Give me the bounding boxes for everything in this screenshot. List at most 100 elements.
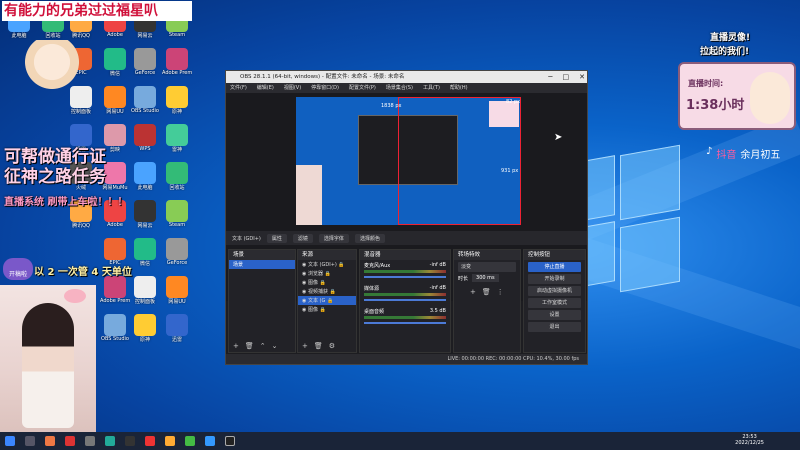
- duration-input[interactable]: 300 ms: [472, 274, 499, 282]
- select-font-button[interactable]: 选择字体: [318, 233, 349, 243]
- control-button[interactable]: 开始录制: [528, 274, 581, 284]
- mascot-avatar-left: [22, 40, 82, 95]
- menu-item[interactable]: 工具(T): [423, 83, 440, 93]
- app-icon[interactable]: [45, 436, 55, 446]
- desktop-icon[interactable]: 此电脑: [130, 162, 160, 191]
- desktop-icon[interactable]: OBS Studio: [130, 86, 160, 114]
- app-icon[interactable]: [125, 436, 135, 446]
- desktop-icon[interactable]: GeForce: [130, 48, 160, 76]
- desktop-icon[interactable]: Adobe Premiere: [162, 48, 192, 76]
- control-button[interactable]: 退出: [528, 322, 581, 332]
- menu-item[interactable]: 停靠窗口(D): [311, 83, 339, 93]
- control-button[interactable]: 启动虚拟摄像机: [528, 286, 581, 296]
- transition-menu-icon[interactable]: ⋮: [497, 288, 504, 296]
- audio-mixer-dock: 混音器 麦克风/Aux -inf dB 媒体源 -inf dB 桌面音频 3.5 dB: [359, 249, 451, 353]
- move-up-button[interactable]: ⌃: [260, 342, 266, 350]
- menu-item[interactable]: 场景集合(S): [386, 83, 413, 93]
- control-button[interactable]: 停止直播: [528, 262, 581, 272]
- desktop-icon[interactable]: Steam: [162, 200, 192, 228]
- volume-slider[interactable]: [364, 299, 446, 301]
- source-item[interactable]: ◉ 视频捕获 🔒: [298, 287, 356, 296]
- lock-icon[interactable]: 🔒: [337, 262, 344, 268]
- remove-scene-button[interactable]: 🗑: [245, 342, 254, 350]
- add-scene-button[interactable]: +: [233, 342, 239, 350]
- desktop-icon[interactable]: 雷神: [162, 124, 192, 153]
- app-icon[interactable]: [185, 436, 195, 446]
- desktop-icon[interactable]: 网易UU: [162, 276, 192, 305]
- lock-icon[interactable]: 🔒: [328, 289, 336, 295]
- move-down-button[interactable]: ⌄: [272, 342, 278, 350]
- desktop-icon[interactable]: EPIC: [100, 238, 130, 266]
- obs-titlebar[interactable]: OBS 28.1.1 (64-bit, windows) - 配置文件: 未命名…: [226, 71, 587, 83]
- desktop-icon[interactable]: OBS Studio: [100, 314, 130, 342]
- lock-icon[interactable]: 🔒: [318, 307, 326, 313]
- desktop-icon-label: Steam: [168, 32, 186, 38]
- app-icon[interactable]: [165, 436, 175, 446]
- controls-dock-title: 控制按钮: [524, 250, 585, 260]
- search-icon[interactable]: [25, 436, 35, 446]
- desktop-icon[interactable]: 回收站: [162, 162, 192, 191]
- source-settings-icon[interactable]: ⚙: [329, 342, 335, 350]
- source-item[interactable]: ◉ 图像 🔒: [298, 278, 356, 287]
- mixer-channel-level: -inf dB: [429, 285, 446, 291]
- source-item[interactable]: ◉ 图像 🔒: [298, 305, 356, 314]
- menu-item[interactable]: 文件(F): [230, 83, 247, 93]
- scene-item[interactable]: 场景: [229, 260, 295, 269]
- remove-source-button[interactable]: 🗑: [314, 342, 323, 350]
- app-icon[interactable]: [205, 436, 215, 446]
- app-icon: [134, 86, 156, 108]
- app-icon: [166, 314, 188, 336]
- lock-icon[interactable]: 🔒: [318, 280, 326, 286]
- app-icon[interactable]: [85, 436, 95, 446]
- desktop-icon[interactable]: 原神: [130, 314, 160, 343]
- desktop-icon-label: 原神: [171, 109, 182, 115]
- close-button[interactable]: ✕: [579, 71, 585, 83]
- control-button[interactable]: 工作室模式: [528, 298, 581, 308]
- obs-taskbar-icon[interactable]: [225, 436, 235, 446]
- menu-item[interactable]: 配置文件(P): [349, 83, 376, 93]
- source-item[interactable]: ◉ 浏览器 🔒: [298, 269, 356, 278]
- source-item[interactable]: ◉ 文本 (G 🔒: [298, 296, 356, 305]
- obs-window[interactable]: OBS 28.1.1 (64-bit, windows) - 配置文件: 未命名…: [225, 70, 588, 365]
- remove-transition-button[interactable]: 🗑: [482, 288, 491, 296]
- desktop-icon[interactable]: 控制面板: [130, 276, 160, 305]
- add-source-button[interactable]: +: [302, 342, 308, 350]
- controls-dock: 控制按钮 停止直播开始录制启动虚拟摄像机 工作室模式设置退出: [523, 249, 586, 353]
- desktop-icon[interactable]: 微信: [130, 238, 160, 267]
- select-color-button[interactable]: 选择颜色: [354, 233, 385, 243]
- maximize-button[interactable]: □: [563, 71, 570, 83]
- desktop-icon[interactable]: 迅雷: [162, 314, 192, 343]
- app-icon[interactable]: [65, 436, 75, 446]
- desktop-icon-label: Steam: [168, 222, 186, 228]
- start-icon[interactable]: [5, 436, 15, 446]
- desktop-icon[interactable]: 网易UU: [100, 86, 130, 115]
- streamer-name: 余月初五: [740, 150, 781, 161]
- properties-button[interactable]: 属性: [266, 233, 287, 243]
- desktop-icon[interactable]: Adobe Premiere: [100, 276, 130, 304]
- desktop-icon[interactable]: GeForce: [162, 238, 192, 266]
- menu-item[interactable]: 编辑(E): [257, 83, 274, 93]
- volume-slider[interactable]: [364, 322, 446, 324]
- desktop-icon[interactable]: 网易云: [130, 200, 160, 229]
- lock-icon[interactable]: 🔒: [325, 298, 333, 304]
- app-icon[interactable]: [105, 436, 115, 446]
- volume-slider[interactable]: [364, 276, 446, 278]
- control-button[interactable]: 设置: [528, 310, 581, 320]
- menu-item[interactable]: 视图(V): [284, 83, 301, 93]
- desktop-icon[interactable]: WPS: [130, 124, 160, 152]
- pig-sticker: [64, 289, 86, 303]
- filters-button[interactable]: 滤镜: [292, 233, 313, 243]
- desktop-icon-label: 回收站: [169, 185, 185, 191]
- menu-item[interactable]: 帮助(H): [450, 83, 468, 93]
- add-transition-button[interactable]: +: [470, 288, 476, 296]
- preview-dim-height: 931 px: [501, 168, 519, 174]
- minimize-button[interactable]: ─: [548, 71, 552, 83]
- source-item[interactable]: ◉ 文本 (GDI+) 🔒: [298, 260, 356, 269]
- desktop-icon[interactable]: 微信: [100, 48, 130, 77]
- app-icon[interactable]: [145, 436, 155, 446]
- desktop-icon[interactable]: 原神: [162, 86, 192, 115]
- lock-icon[interactable]: 🔒: [323, 271, 331, 277]
- overlay-bubble-top2: 拉起的我们!: [700, 47, 750, 57]
- desktop-icon-label: 雷神: [171, 147, 182, 153]
- transition-select[interactable]: 淡变: [458, 262, 516, 272]
